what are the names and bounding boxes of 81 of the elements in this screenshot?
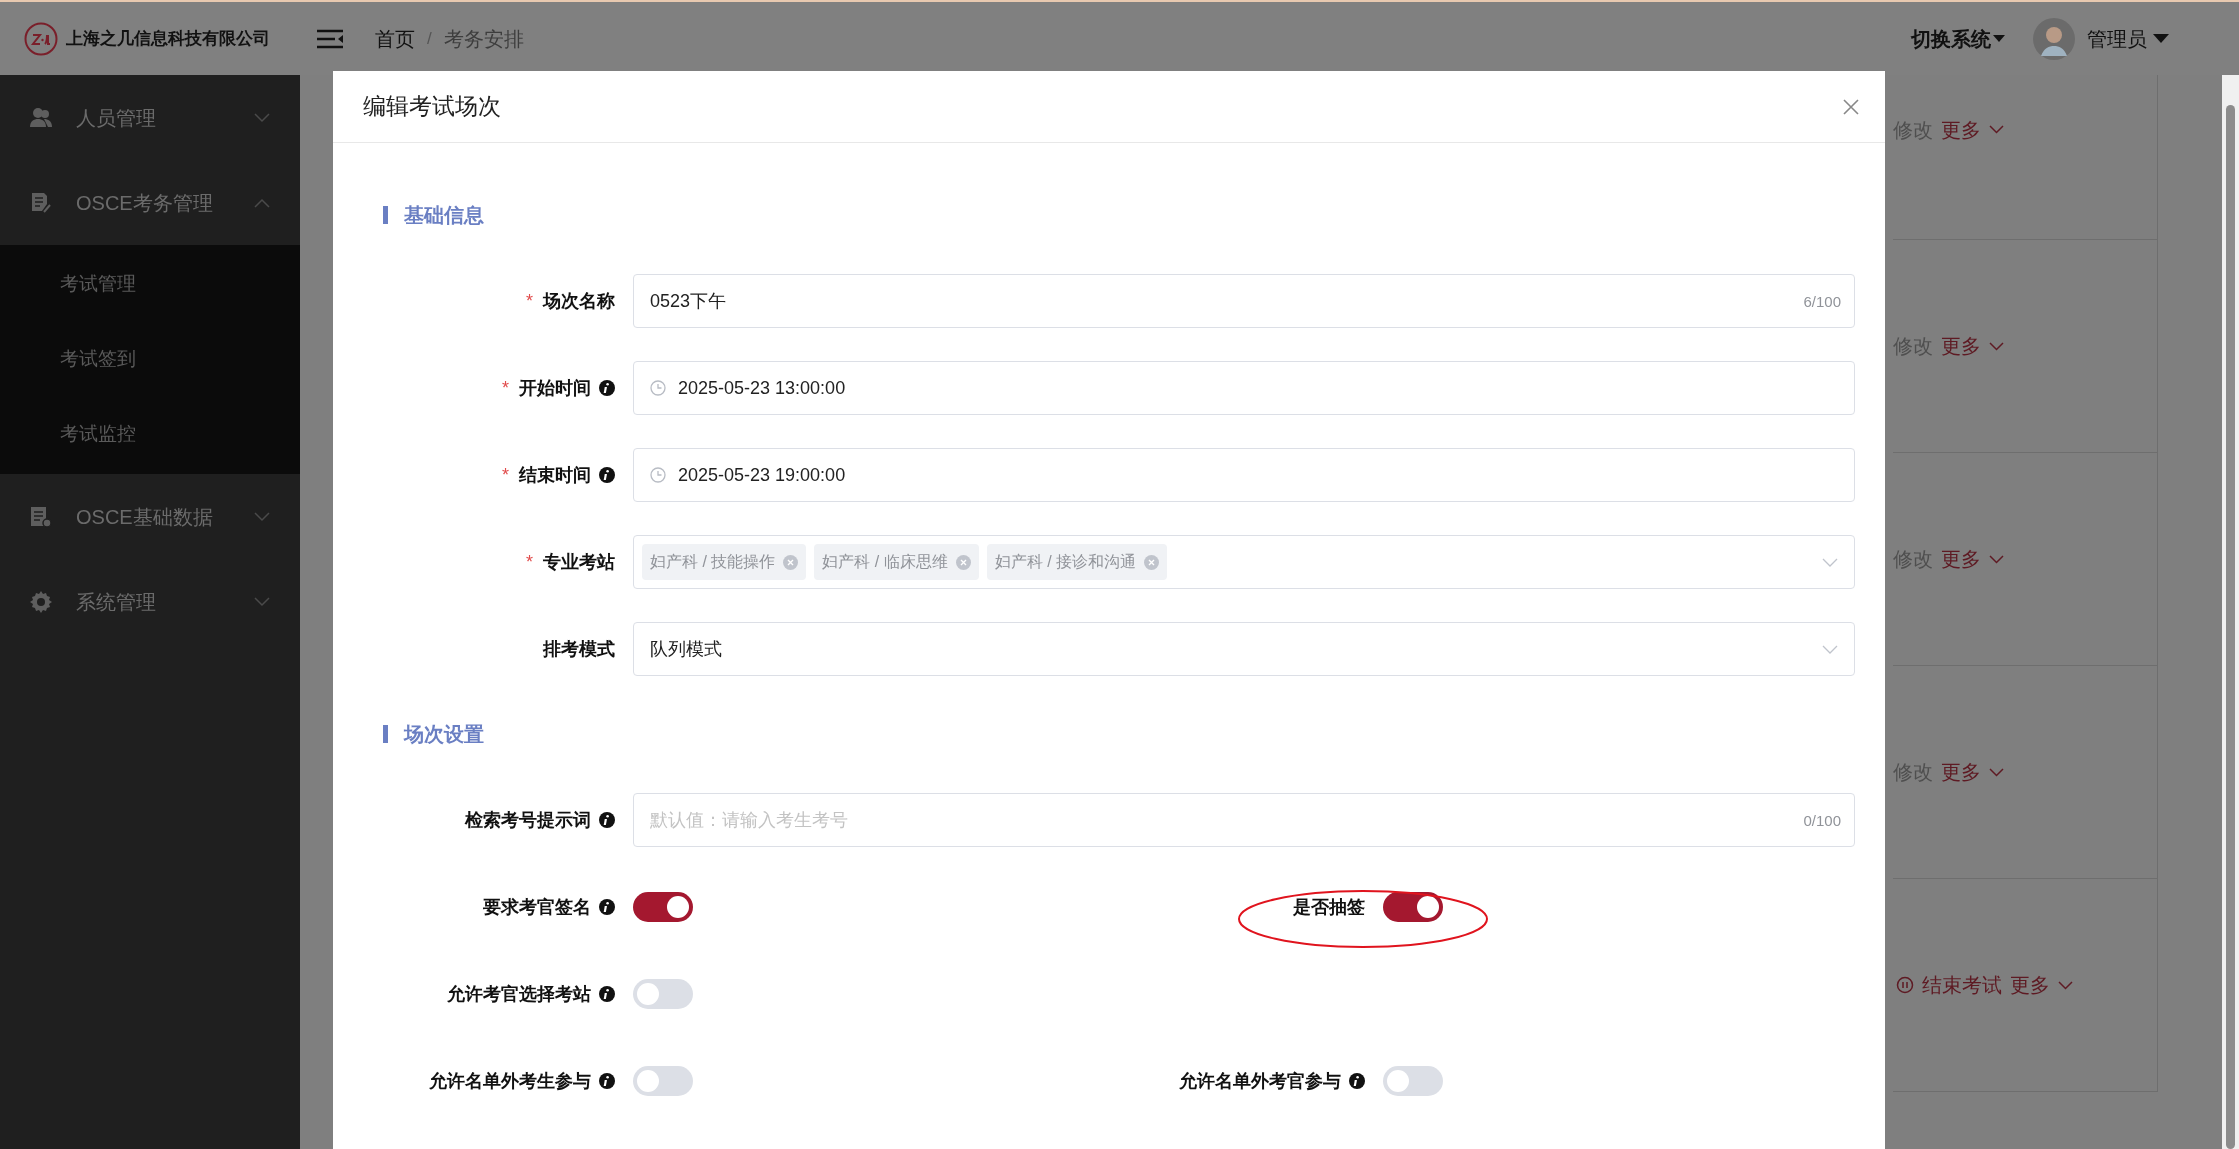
date-time-field[interactable]: 2025-05-23 19:00:00 [633, 448, 1855, 502]
settings-icon [30, 590, 52, 613]
field-label: 允许考官选择考站 [447, 982, 591, 1006]
field-label: 要求考官签名 [483, 895, 591, 919]
section-marker [383, 725, 388, 743]
switch-system-menu[interactable]: 切换系统 [1911, 23, 1991, 54]
menu-label: OSCE考务管理 [76, 190, 213, 216]
clock-icon [650, 380, 666, 396]
caret-icon [1993, 34, 2005, 43]
caret-icon [2153, 33, 2169, 44]
avatar[interactable] [2033, 17, 2075, 60]
required-asterisk: * [502, 376, 509, 400]
field-label: 是否抽签 [1293, 895, 1365, 919]
chevron-down-icon [1989, 341, 2004, 351]
select-field[interactable]: 队列模式 [633, 622, 1855, 676]
toggle-switch[interactable] [633, 1066, 693, 1096]
sidebar-menu-item[interactable]: 人员管理 [0, 75, 300, 160]
date-time-field[interactable]: 2025-05-23 13:00:00 [633, 361, 1855, 415]
remove-tag-icon[interactable] [783, 554, 799, 570]
tag-label: 妇产科 / 接诊和沟通 [994, 552, 1137, 572]
character-counter: 6/100 [1803, 292, 1841, 312]
sidebar-menu-item[interactable]: 系统管理 [0, 559, 300, 644]
field-label: 允许名单外考官参与 [1179, 1069, 1341, 1093]
remove-tag-icon[interactable] [955, 554, 971, 570]
menu-label: 系统管理 [76, 589, 156, 615]
section-marker [383, 206, 388, 224]
toggle-switch[interactable] [1383, 1066, 1443, 1096]
dialog-title: 编辑考试场次 [363, 92, 501, 122]
chevron-down-icon [1822, 557, 1838, 567]
user-menu[interactable]: 管理员 [2087, 23, 2147, 54]
field-label: 排考模式 [543, 637, 615, 661]
sidebar-menu-item[interactable]: OSCE基础数据 [0, 474, 300, 559]
pause-icon [1896, 976, 1914, 994]
field-label: 检索考号提示词 [465, 808, 591, 832]
field-label: 开始时间 [519, 376, 591, 400]
menu-icon[interactable] [315, 27, 345, 50]
breadcrumb-current: 考务安排 [443, 26, 524, 52]
more-link[interactable]: 更多 [1941, 331, 1981, 361]
multi-select-field[interactable]: 妇产科 / 技能操作 妇产科 / 临床思维 妇产科 / 接诊和沟通 [633, 535, 1855, 589]
submenu-item[interactable]: 考试签到 [0, 322, 300, 397]
section-title: 基础信息 [404, 203, 484, 228]
more-link[interactable]: 更多 [1941, 757, 1981, 787]
required-asterisk: * [502, 463, 509, 487]
scrollbar[interactable] [2222, 75, 2239, 1149]
people-icon [30, 106, 52, 129]
menu-label: 人员管理 [76, 105, 156, 131]
breadcrumb-link[interactable]: 首页 [375, 23, 415, 54]
sidebar-menu-item[interactable]: OSCE考务管理 [0, 160, 300, 245]
chevron-down-icon [1989, 125, 2004, 134]
logo-icon [24, 21, 58, 56]
toggle-switch[interactable] [1383, 892, 1443, 922]
submenu-item[interactable]: 考试监控 [0, 397, 300, 472]
chevron-down-icon [2058, 980, 2073, 990]
more-link[interactable]: 更多 [1941, 544, 1981, 574]
close-icon[interactable] [1843, 98, 1859, 115]
chevron-down-icon [1989, 767, 2004, 777]
section-title: 场次设置 [404, 722, 484, 747]
document-icon [30, 505, 52, 528]
document-icon [30, 191, 52, 214]
more-link[interactable]: 更多 [2010, 970, 2050, 1000]
breadcrumb-separator: / [427, 27, 432, 50]
required-asterisk: * [526, 289, 533, 313]
chevron-down-icon [1822, 644, 1838, 654]
required-asterisk: * [526, 550, 533, 574]
company-name: 上海之几信息科技有限公司 [66, 27, 270, 50]
toggle-switch[interactable] [633, 892, 693, 922]
clock-icon [650, 467, 666, 483]
chevron-down-icon [1989, 554, 2004, 564]
field-label: 专业考站 [543, 550, 615, 574]
field-label: 场次名称 [543, 289, 615, 313]
remove-tag-icon[interactable] [1144, 554, 1160, 570]
character-counter: 0/100 [1803, 811, 1841, 831]
toggle-switch[interactable] [633, 979, 693, 1009]
tag-label: 妇产科 / 临床思维 [822, 552, 948, 572]
tag-label: 妇产科 / 技能操作 [650, 552, 776, 572]
menu-label: OSCE基础数据 [76, 504, 213, 530]
more-link[interactable]: 更多 [1941, 114, 1981, 145]
submenu-item[interactable]: 考试管理 [0, 247, 300, 322]
end-exam-link[interactable]: 结束考试 [1922, 970, 2002, 1000]
field-label: 允许名单外考生参与 [429, 1069, 591, 1093]
field-label: 结束时间 [519, 463, 591, 487]
